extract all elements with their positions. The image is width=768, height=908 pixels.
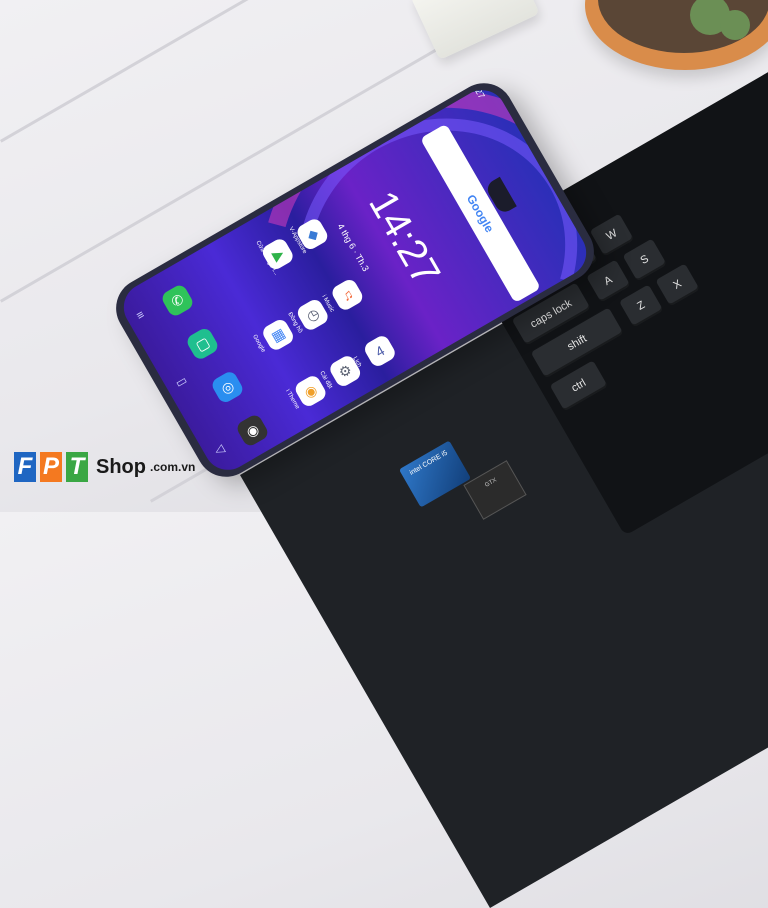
key-s[interactable]: S: [622, 238, 667, 282]
messages-icon[interactable]: ▢: [184, 326, 221, 362]
succulent: [720, 10, 750, 40]
home-nav-icon[interactable]: ▭: [173, 373, 190, 391]
logo-letter-t: T: [66, 452, 88, 482]
phone-icon[interactable]: ✆: [159, 282, 196, 319]
fptshop-logo: F P T Shop .com.vn: [14, 452, 195, 482]
camera-icon[interactable]: ◉: [234, 412, 271, 449]
table-plank-line: [0, 0, 435, 143]
browser-icon[interactable]: ◎: [209, 369, 246, 405]
logo-domain: .com.vn: [150, 460, 196, 474]
menu-nav-icon[interactable]: ≡: [134, 307, 147, 323]
key-x[interactable]: X: [655, 263, 700, 307]
logo-letter-p: P: [40, 452, 62, 482]
key-w[interactable]: W: [589, 213, 635, 257]
logo-letter-f: F: [14, 452, 36, 482]
logo-shop: Shop: [96, 455, 146, 478]
key-a[interactable]: A: [586, 259, 631, 303]
key-z[interactable]: Z: [618, 284, 664, 328]
back-nav-icon[interactable]: ◁: [212, 441, 227, 458]
